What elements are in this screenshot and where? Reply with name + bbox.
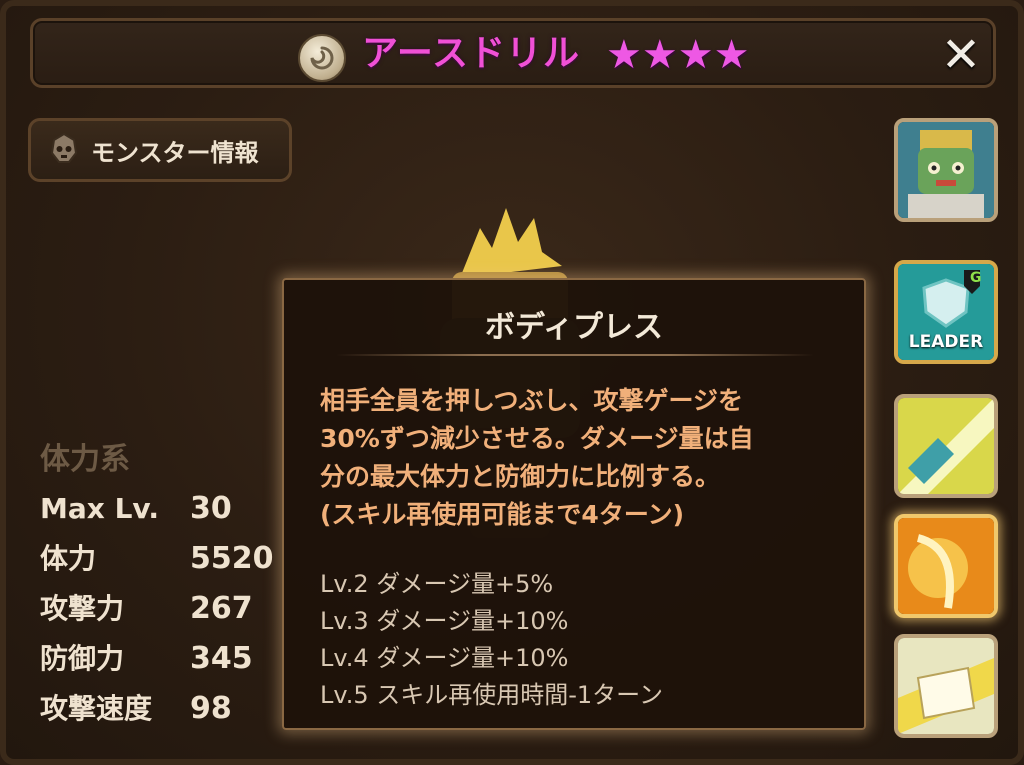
close-button[interactable]: ✕ [936, 30, 986, 80]
skill-2-icon [898, 518, 994, 614]
skill-1-button[interactable] [894, 394, 998, 498]
monster-info-tab[interactable]: モンスター情報 [28, 118, 292, 182]
skill-2-button[interactable] [894, 514, 998, 618]
description-line: 分の最大体力と防御力に比例する。 [320, 462, 721, 491]
skill-tooltip: ボディプレス 相手全員を押しつぶし、攻撃ゲージを 30%ずつ減少させる。ダメージ… [282, 278, 866, 730]
stat-value: 5520 [190, 541, 274, 576]
guild-badge: G [970, 270, 982, 286]
monster-portrait-button[interactable] [894, 118, 998, 222]
description-line: 30%ずつ減少させる。ダメージ量は自 [320, 424, 754, 453]
star-icon: ★ [641, 32, 678, 78]
stat-label: 防御力 [40, 642, 125, 675]
stat-row-attack: 攻撃力 267 [40, 584, 290, 634]
monster-head-icon [47, 131, 81, 169]
stat-label: 体力 [40, 542, 97, 575]
skill-3-icon [898, 638, 994, 734]
skill-level-item: Lv.5 スキル再使用時間-1ターン [320, 681, 663, 709]
stats-panel: 体力系 Max Lv. 30 体力 5520 攻撃力 267 防御力 345 攻… [40, 436, 290, 734]
skill-level-item: Lv.2 ダメージ量+5% [320, 570, 554, 598]
monster-name: アースドリル [362, 33, 581, 74]
divider [336, 354, 814, 356]
star-rating: ★ ★ ★ ★ [606, 30, 749, 80]
monster-portrait-icon [898, 122, 994, 218]
skill-level-item: Lv.4 ダメージ量+10% [320, 644, 569, 672]
stat-label: 攻撃力 [40, 592, 125, 625]
stat-label: Max Lv. [40, 492, 160, 525]
stat-row-max-lv: Max Lv. 30 [40, 484, 290, 534]
star-icon: ★ [713, 32, 750, 78]
skill-level-item: Lv.3 ダメージ量+10% [320, 607, 569, 635]
stat-row-defense: 防御力 345 [40, 634, 290, 684]
stat-value: 267 [190, 591, 253, 626]
stat-value: 30 [190, 491, 232, 526]
skill-description: 相手全員を押しつぶし、攻撃ゲージを 30%ずつ減少させる。ダメージ量は自 分の最… [320, 382, 840, 534]
description-line: 相手全員を押しつぶし、攻撃ゲージを [320, 386, 744, 415]
stat-value: 98 [190, 691, 232, 726]
star-icon: ★ [606, 32, 642, 78]
skill-1-icon [898, 398, 994, 494]
stat-value: 345 [190, 641, 253, 676]
stat-label: 攻撃速度 [40, 692, 153, 725]
skill-name: ボディプレス [485, 310, 663, 345]
stat-row-hp: 体力 5520 [40, 534, 290, 584]
leader-skill-button[interactable]: G LEADER [894, 260, 998, 364]
description-line: (スキル再使用可能まで4ターン) [320, 500, 684, 529]
leader-label: LEADER [908, 332, 984, 352]
skill-level-list: Lv.2 ダメージ量+5% Lv.3 ダメージ量+10% Lv.4 ダメージ量+… [320, 566, 840, 714]
star-icon: ★ [677, 32, 714, 78]
monster-info-label: モンスター情報 [91, 138, 259, 167]
wind-element-icon [298, 34, 346, 82]
stat-category: 体力系 [40, 442, 130, 477]
stat-row-speed: 攻撃速度 98 [40, 684, 290, 734]
skill-3-button[interactable] [894, 634, 998, 738]
